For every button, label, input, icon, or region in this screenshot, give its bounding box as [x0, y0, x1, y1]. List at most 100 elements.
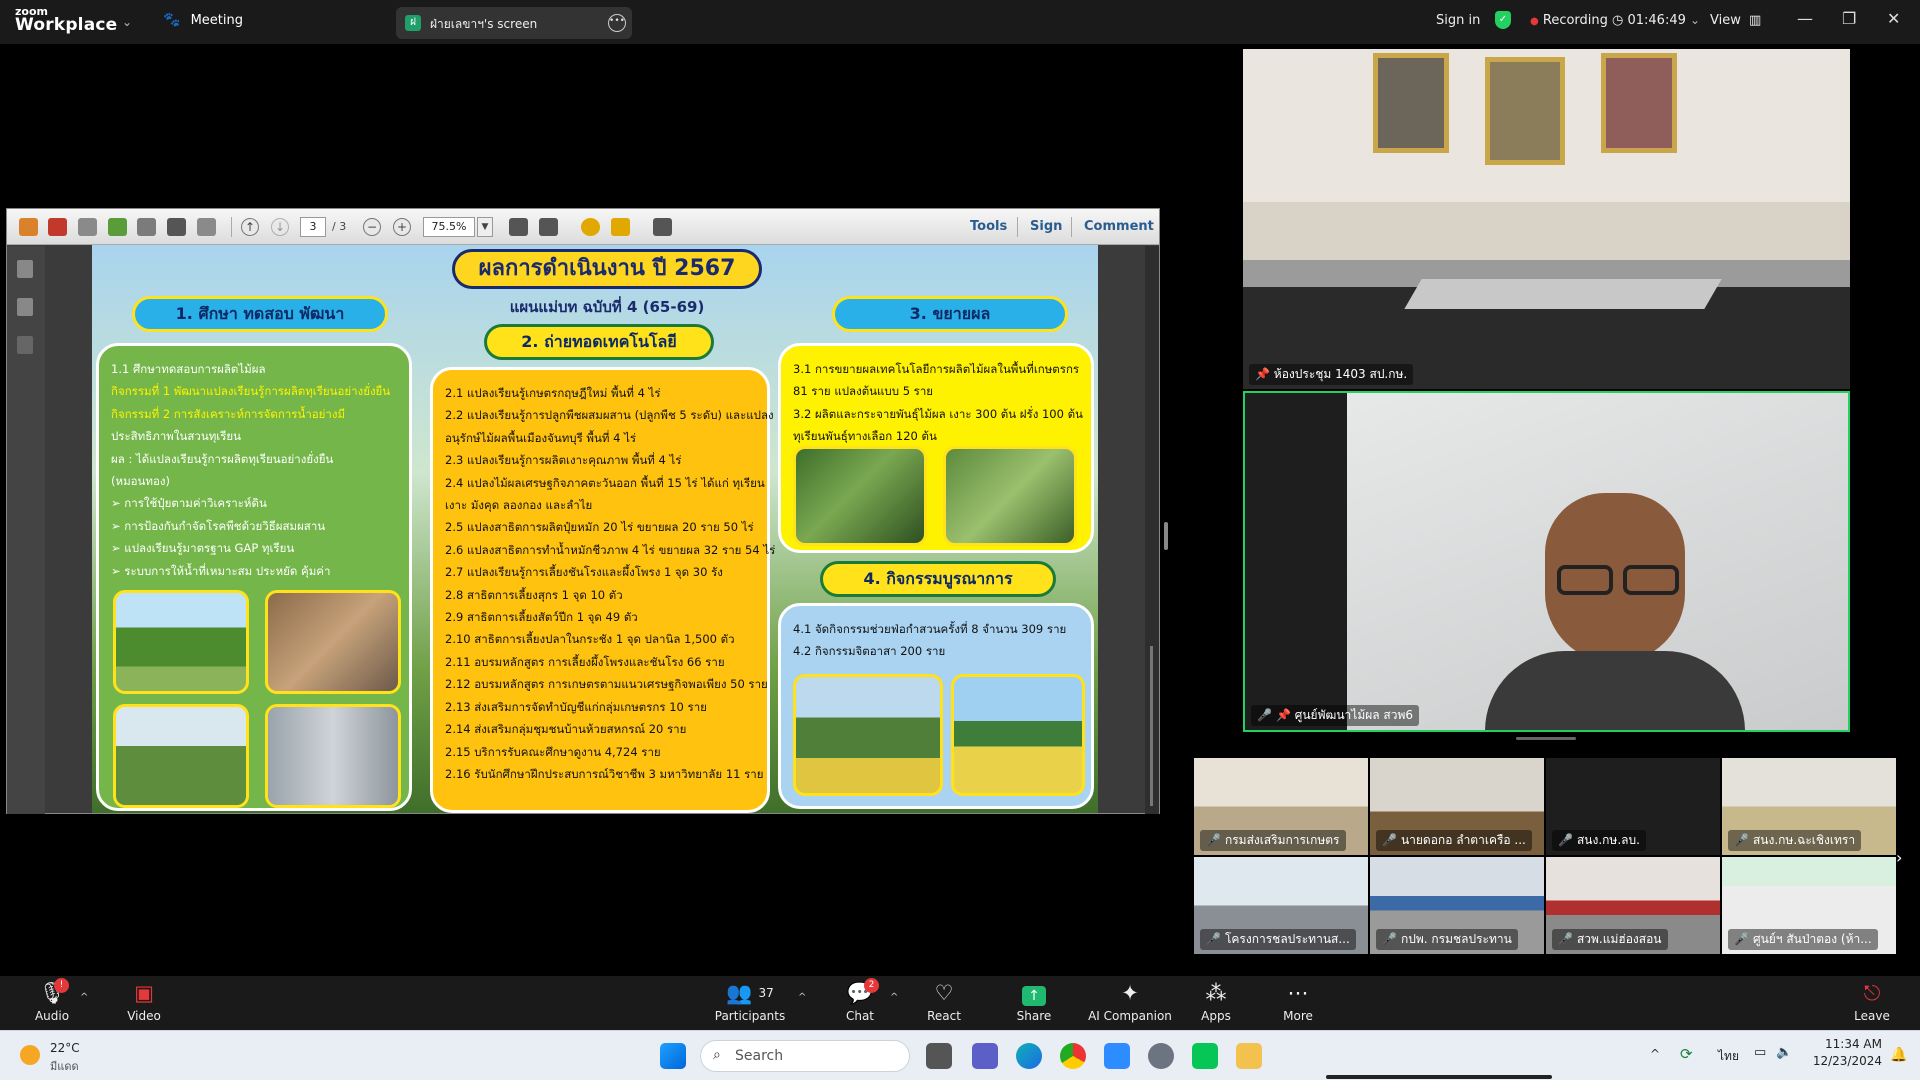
video-name-tag: 🎤 นายดอกอ ลำตาเครือ ...	[1376, 830, 1532, 851]
line-app-icon[interactable]	[1192, 1043, 1218, 1069]
share-screen-button[interactable]: ↑ Share	[1010, 980, 1058, 1023]
scroll-thumb[interactable]	[1150, 646, 1153, 806]
notification-bell-icon[interactable]: 🔔	[1890, 1047, 1907, 1063]
create-pdf-icon[interactable]	[19, 218, 38, 236]
split-resize-handle[interactable]	[1164, 522, 1168, 550]
share-more-icon[interactable]: •••	[608, 14, 626, 32]
cloud-upload-icon[interactable]	[108, 218, 127, 236]
zoom-out-icon[interactable]: −	[363, 218, 381, 236]
next-page-icon[interactable]: ↓	[271, 218, 289, 236]
gallery-tile[interactable]: 🎤 ศูนย์ฯ สันป่าตอง (ห้า...	[1722, 857, 1896, 954]
export-pdf-icon[interactable]	[48, 218, 67, 236]
recording-indicator[interactable]: ● Recording	[1530, 13, 1608, 28]
zoom-taskbar-icon[interactable]	[1104, 1043, 1130, 1069]
settings-gear-icon[interactable]	[1148, 1043, 1174, 1069]
show-hidden-icons-chevron-icon[interactable]: ^	[1650, 1047, 1660, 1061]
input-language[interactable]: ไทย	[1718, 1047, 1739, 1066]
edge-icon[interactable]	[1016, 1043, 1042, 1069]
comment-bubble-icon[interactable]	[581, 218, 600, 236]
page-number-input[interactable]: 3	[300, 217, 326, 237]
edit-icon[interactable]	[78, 218, 97, 236]
save-icon[interactable]	[137, 218, 156, 236]
file-explorer-icon[interactable]	[1236, 1043, 1262, 1069]
audio-options-caret-icon[interactable]: ^	[80, 992, 88, 1003]
video-name-tag: 🎤 กรมส่งเสริมการเกษตร	[1200, 830, 1346, 851]
participant-name: สวพ.แม่ฮ่องสอน	[1576, 932, 1662, 946]
zoom-dropdown-icon[interactable]: ▼	[477, 217, 493, 237]
zoom-workplace-logo[interactable]: zoom Workplace	[15, 6, 117, 34]
taskbar-search[interactable]: ⌕ Search	[700, 1040, 910, 1072]
ai-companion-button[interactable]: ✦ AI Companion	[1088, 980, 1172, 1023]
conference-room-video[interactable]: 📌 ห้องประชุม 1403 สป.กษ.	[1243, 49, 1850, 389]
sun-icon	[20, 1045, 40, 1065]
panel-resize-handle[interactable]	[1516, 737, 1576, 740]
fullscreen-icon[interactable]	[653, 218, 672, 236]
gallery-tile[interactable]: 🎤 สวพ.แม่ฮ่องสอน	[1546, 857, 1720, 954]
highlight-icon[interactable]	[611, 218, 630, 236]
meeting-timer[interactable]: ◷ 01:46:49 ⌄	[1612, 13, 1700, 28]
task-view-icon[interactable]	[926, 1043, 952, 1069]
apps-label: Apps	[1201, 1009, 1231, 1023]
chat-caret-icon[interactable]: ^	[890, 992, 898, 1003]
comment-link[interactable]: Comment	[1084, 219, 1154, 234]
windows-start-icon[interactable]	[660, 1043, 686, 1069]
clock-time[interactable]: 11:34 AM	[1796, 1037, 1882, 1051]
volume-icon[interactable]: 🔈	[1776, 1045, 1792, 1060]
minimize-icon[interactable]: —	[1797, 9, 1813, 28]
chat-button[interactable]: 💬 2 Chat	[836, 978, 884, 1023]
pdf-scrollbar[interactable]	[1145, 246, 1159, 814]
close-icon[interactable]: ✕	[1887, 9, 1900, 28]
sign-link[interactable]: Sign	[1030, 219, 1062, 234]
bookmarks-icon[interactable]	[17, 298, 33, 316]
gallery-tile[interactable]: 🎤 กปพ. กรมชลประทาน	[1370, 857, 1544, 954]
network-icon[interactable]: ▭	[1754, 1045, 1766, 1060]
zoom-in-icon[interactable]: +	[393, 218, 411, 236]
mic-muted-icon: 🎤	[1206, 932, 1221, 946]
pin-icon: 📌	[1255, 367, 1270, 381]
windows-taskbar: 22°C มีแดด ⌕ Search ^ ⟳ ไทย ▭ 🔈 11:34 AM…	[0, 1030, 1920, 1080]
gallery-tile[interactable]: 🎤 สนง.กษ.ลบ.	[1546, 758, 1720, 855]
screen-share-indicator[interactable]: ฝ ฝ่ายเลขาฯ's screen •••	[396, 7, 632, 39]
leave-button[interactable]: ⎋ Leave	[1850, 980, 1894, 1023]
section-2-line: 2.10 สาธิตการเลี้ยงปลาในกระชัง 1 จุด ปลา…	[445, 632, 735, 647]
prev-page-icon[interactable]: ↑	[241, 218, 259, 236]
active-speaker-video[interactable]: 🎤 📌 ศูนย์พัฒนาไม้ผล สวพ6	[1243, 391, 1850, 732]
sign-in-link[interactable]: Sign in	[1436, 13, 1480, 28]
view-button[interactable]: View ▥	[1710, 13, 1761, 28]
zoom-level-select[interactable]: 75.5%	[423, 217, 475, 237]
participants-button[interactable]: 👥 37 Participants	[712, 980, 788, 1023]
security-shield-icon[interactable]: ✓	[1495, 11, 1511, 29]
restore-icon[interactable]: ❐	[1842, 9, 1856, 28]
chrome-icon[interactable]	[1060, 1043, 1086, 1069]
attachment-icon[interactable]	[17, 336, 33, 354]
meeting-info-button[interactable]: 🐾 Meeting	[163, 12, 243, 28]
print-icon[interactable]	[167, 218, 186, 236]
fit-width-icon[interactable]	[539, 218, 558, 236]
audio-button[interactable]: 🎙! Audio	[28, 978, 76, 1023]
section-3-panel: 3.1 การขยายผลเทคโนโลยีการผลิตไม้ผลในพื้น…	[778, 343, 1094, 553]
tools-link[interactable]: Tools	[970, 219, 1007, 234]
gallery-tile[interactable]: 🎤 โครงการชลประทานส...	[1194, 857, 1368, 954]
gallery-tile[interactable]: 🎤 กรมส่งเสริมการเกษตร	[1194, 758, 1368, 855]
email-icon[interactable]	[197, 218, 216, 236]
mic-muted-icon: 🎤	[1257, 708, 1272, 722]
teams-icon[interactable]	[972, 1043, 998, 1069]
more-button[interactable]: ⋯ More	[1274, 980, 1322, 1023]
gallery-next-icon[interactable]: ›	[1896, 848, 1902, 867]
react-button[interactable]: ♡ React	[920, 980, 968, 1023]
participants-caret-icon[interactable]: ^	[798, 992, 806, 1003]
gallery-tile[interactable]: 🎤 สนง.กษ.ฉะเชิงเทรา	[1722, 758, 1896, 855]
app-menu-chevron-icon[interactable]: ⌄	[122, 15, 132, 29]
fit-page-icon[interactable]	[509, 218, 528, 236]
pages-icon[interactable]	[17, 260, 33, 278]
apps-button[interactable]: ⁂ Apps	[1192, 980, 1240, 1023]
clock-date[interactable]: 12/23/2024	[1796, 1054, 1882, 1068]
pdf-side-panel	[7, 246, 45, 814]
video-button[interactable]: ▣ Video	[120, 980, 168, 1023]
meeting-paw-icon: 🐾	[163, 12, 181, 28]
mic-muted-icon: 🎤	[1558, 833, 1573, 847]
sync-icon[interactable]: ⟳	[1680, 1045, 1693, 1063]
gallery-tile[interactable]: 🎤 นายดอกอ ลำตาเครือ ...	[1370, 758, 1544, 855]
timer-chevron-icon: ⌄	[1690, 13, 1701, 27]
section-1-line: กิจกรรมที่ 2 การสังเคราะห์การจัดการน้ำอย…	[111, 406, 346, 421]
